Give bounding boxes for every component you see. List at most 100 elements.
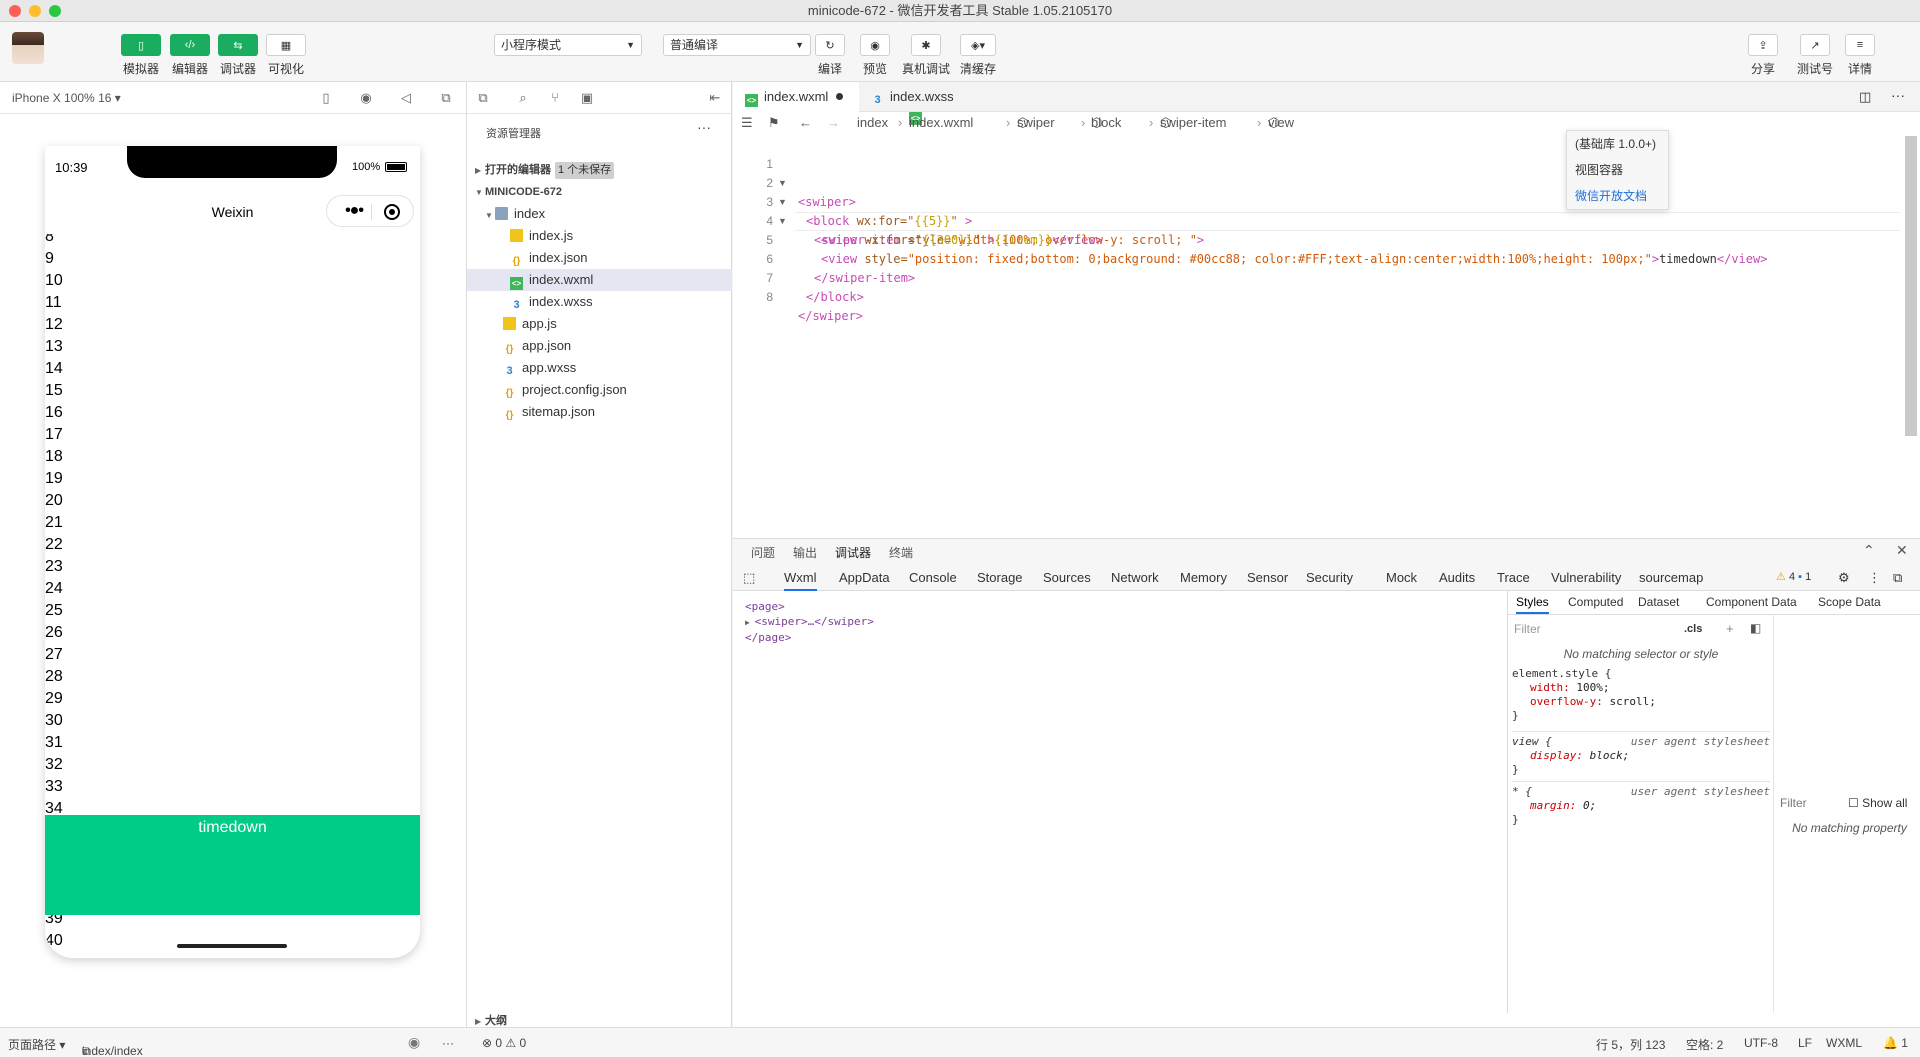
minimize-window-button[interactable] <box>29 5 41 17</box>
bookmark-icon[interactable]: ⚑ <box>768 112 780 134</box>
git-branch-icon[interactable]: ⑂ <box>547 90 563 106</box>
share-button[interactable]: ⇪ 分享 <box>1748 34 1778 77</box>
search-icon[interactable]: ⌕ <box>515 90 531 106</box>
code-line[interactable]: 4 <view wx:for="{{300}}" >{{item}}</view… <box>733 193 1102 247</box>
tree-node-page[interactable]: <page> <box>745 599 874 614</box>
eye-icon[interactable]: ◉ <box>408 1034 420 1051</box>
capsule-menu[interactable]: •●• <box>326 195 414 227</box>
avatar[interactable] <box>12 32 44 64</box>
rule-declaration[interactable]: overflow-y: scroll; <box>1512 695 1770 709</box>
rule-declaration[interactable]: width: 100%; <box>1512 681 1770 695</box>
cursor-position[interactable]: 行 5，列 123 <box>1596 1036 1665 1053</box>
open-editors-section[interactable]: ▶ 打开的编辑器 1 个未保存 <box>467 159 732 181</box>
indentation[interactable]: 空格: 2 <box>1686 1036 1723 1053</box>
close-window-button[interactable] <box>9 5 21 17</box>
device-select[interactable]: iPhone X 100% 16 ▾ <box>12 91 121 105</box>
tab-console[interactable]: Console <box>909 570 957 585</box>
file-index-json[interactable]: {} index.json <box>467 247 732 269</box>
notifications[interactable]: 🔔 1 <box>1883 1036 1908 1050</box>
tab-wxml[interactable]: Wxml <box>784 570 817 591</box>
code-line[interactable]: 2 ▼ <block wx:for="{{5}}" > <box>733 155 972 228</box>
split-editor-icon[interactable]: ◫ <box>1859 89 1871 105</box>
computed-filter-input[interactable]: Filter <box>1780 796 1807 810</box>
encoding[interactable]: UTF-8 <box>1744 1036 1778 1050</box>
tab-sources[interactable]: Sources <box>1043 570 1091 585</box>
details-button[interactable]: ≡ 详情 <box>1845 34 1875 77</box>
tab-scope-data[interactable]: Scope Data <box>1818 595 1881 609</box>
tab-security[interactable]: Security <box>1306 570 1353 585</box>
code-line[interactable]: 3 ▼ <swiper-item style="width:100%; over… <box>733 174 1204 247</box>
cls-button[interactable]: .cls <box>1684 623 1702 635</box>
real-device-debug-button[interactable]: ✱ 真机调试 <box>902 34 950 77</box>
folder-index[interactable]: ▼ index <box>467 203 732 225</box>
tab-trace[interactable]: Trace <box>1497 570 1530 585</box>
debugger-toggle-button[interactable]: ⇆ 调试器 <box>218 34 258 77</box>
code-line[interactable]: 1 ▼ <swiper> <box>733 136 855 209</box>
tab-index-wxml[interactable]: <> index.wxml <box>733 82 859 112</box>
show-all-checkbox[interactable]: ☐ Show all <box>1848 796 1907 810</box>
outline-section[interactable]: ▶ 大纲 <box>467 1012 732 1027</box>
tab-problems[interactable]: 问题 <box>751 544 775 561</box>
file-app-json[interactable]: {} app.json <box>467 335 732 357</box>
compile-button[interactable]: ↻ 编译 <box>815 34 845 77</box>
expand-triangle-icon[interactable]: ▶ <box>745 618 755 627</box>
test-account-button[interactable]: ↗ 测试号 <box>1797 34 1833 77</box>
fold-chevron-icon[interactable]: ▼ <box>778 174 787 193</box>
popout-icon[interactable]: ⧉ <box>438 90 454 106</box>
scroll-list[interactable]: 8 9 10 11 12 13 14 15 16 17 18 19 20 21 22 23 24 25 26 27 28… <box>45 234 420 958</box>
inspect-element-icon[interactable]: ⬚ <box>743 570 755 586</box>
visual-toggle-button[interactable]: ▦ 可视化 <box>266 34 306 77</box>
file-index-wxml[interactable]: <> index.wxml <box>467 269 732 291</box>
toggle-sidebar-icon[interactable]: ◧ <box>1750 621 1761 635</box>
tab-dataset[interactable]: Dataset <box>1638 595 1679 609</box>
rule-declaration[interactable]: margin: 0; <box>1512 799 1770 813</box>
gear-icon[interactable]: ⚙ <box>1838 570 1850 586</box>
tab-storage[interactable]: Storage <box>977 570 1023 585</box>
tab-vulnerability[interactable]: Vulnerability <box>1551 570 1621 585</box>
hover-docs-link[interactable]: 微信开放文档 <box>1567 183 1668 209</box>
close-icon[interactable]: ✕ <box>1896 542 1908 559</box>
tab-sensor[interactable]: Sensor <box>1247 570 1288 585</box>
maximize-window-button[interactable] <box>49 5 61 17</box>
code-line[interactable]: 7 </block> <box>733 250 863 304</box>
file-index-wxss[interactable]: 3 index.wxss <box>467 291 732 313</box>
phone-screen[interactable]: 10:39 100% Weixin •●• 8 9 10 11 12 13 14 15 16 17… <box>45 146 420 958</box>
tab-computed[interactable]: Computed <box>1568 595 1623 609</box>
rule-view[interactable]: view { user agent stylesheet display: bl… <box>1512 731 1770 777</box>
file-sitemap[interactable]: {} sitemap.json <box>467 401 732 423</box>
tab-terminal[interactable]: 终端 <box>889 544 913 561</box>
issue-counter[interactable]: ⚠ 4 ▪ 1 <box>1776 570 1811 583</box>
fold-chevron-icon[interactable]: ▼ <box>778 193 787 212</box>
code-line[interactable]: 6 </swiper-item> <box>733 231 915 285</box>
code-line[interactable]: 8 </swiper> <box>733 269 863 323</box>
more-dots-icon[interactable]: •●• <box>337 202 371 220</box>
project-section[interactable]: ▼ MINICODE-672 <box>467 181 732 203</box>
rule-universal[interactable]: * { user agent stylesheet margin: 0; } <box>1512 781 1770 827</box>
more-actions-icon[interactable]: ··· <box>1891 87 1905 103</box>
rule-element-style[interactable]: element.style { width: 100%; overflow-y:… <box>1512 667 1770 723</box>
fold-chevron-icon[interactable]: ▼ <box>778 212 787 231</box>
tab-index-wxss[interactable]: 3 index.wxss <box>859 82 979 112</box>
tab-appdata[interactable]: AppData <box>839 570 890 585</box>
checkbox-icon[interactable]: ☐ <box>1848 796 1859 810</box>
back-arrow-icon[interactable]: ← <box>799 112 812 134</box>
record-icon[interactable]: ◉ <box>358 90 374 106</box>
tab-network[interactable]: Network <box>1111 570 1159 585</box>
tab-mock[interactable]: Mock <box>1386 570 1417 585</box>
forward-arrow-icon[interactable]: → <box>827 112 840 134</box>
file-app-wxss[interactable]: 3 app.wxss <box>467 357 732 379</box>
file-app-js[interactable]: app.js <box>467 313 732 335</box>
tab-styles[interactable]: Styles <box>1516 595 1549 614</box>
extensions-icon[interactable]: ▣ <box>579 90 595 106</box>
tab-debugger[interactable]: 调试器 <box>835 544 871 561</box>
more-actions-icon[interactable]: ··· <box>697 119 711 135</box>
phone-icon[interactable]: ▯ <box>318 90 334 106</box>
chevron-up-icon[interactable]: ⌃ <box>1863 542 1875 559</box>
crumb-index[interactable]: index <box>857 112 888 134</box>
more-actions-icon[interactable]: ··· <box>442 1036 454 1050</box>
end-of-line[interactable]: LF <box>1798 1036 1812 1050</box>
file-project-config[interactable]: {} project.config.json <box>467 379 732 401</box>
volume-icon[interactable]: ◁ <box>398 90 414 106</box>
preview-button[interactable]: ◉ 预览 <box>860 34 890 77</box>
tab-output[interactable]: 输出 <box>793 544 817 561</box>
